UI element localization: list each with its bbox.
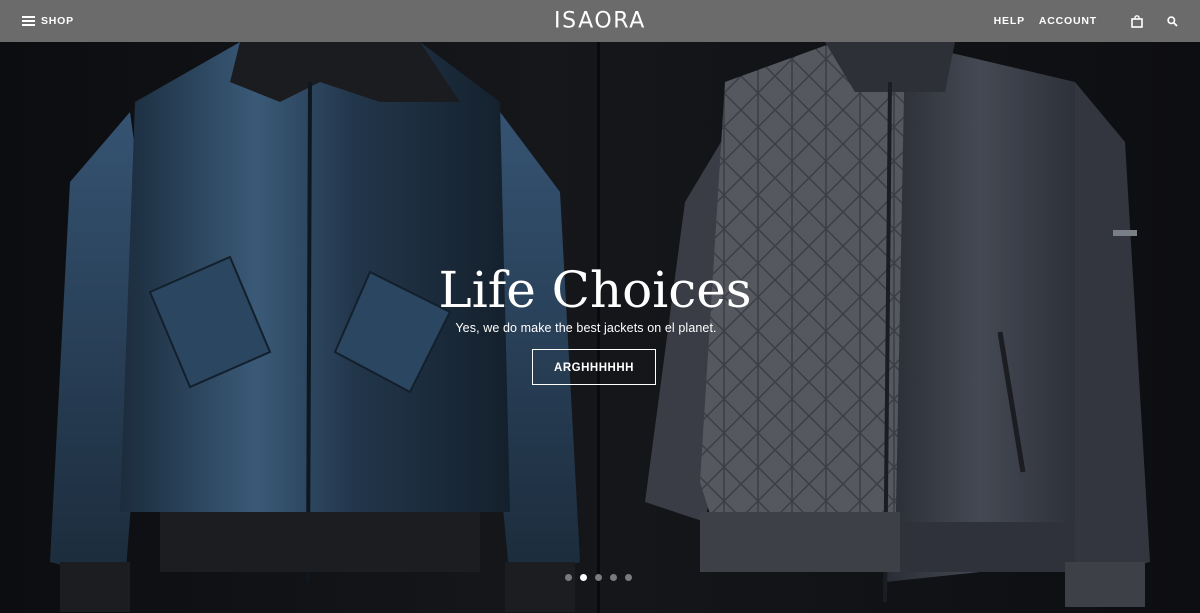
brand-logo[interactable]: ISAORA [554,9,646,34]
carousel-dots [565,574,632,581]
carousel-dot[interactable] [595,574,602,581]
hamburger-icon [22,16,35,26]
bag-icon[interactable] [1131,14,1143,28]
carousel-dot[interactable] [625,574,632,581]
page: SHOP ISAORA HELP ACCOUNT Life Choices Ye… [0,0,1200,613]
carousel-dot-active[interactable] [580,574,587,581]
carousel-dot[interactable] [610,574,617,581]
help-link[interactable]: HELP [994,15,1025,27]
hero-cta-button[interactable]: ARGHHHHHH [532,349,656,385]
shop-menu-label: SHOP [41,15,74,27]
hero-copy: Life Choices Yes, we do make the best ja… [0,260,1200,385]
top-nav-bar: SHOP ISAORA HELP ACCOUNT [0,0,1200,42]
shop-menu-button[interactable]: SHOP [22,15,74,27]
hero-title: Life Choices [438,261,752,319]
hero-banner: Life Choices Yes, we do make the best ja… [0,42,1200,613]
carousel-dot[interactable] [565,574,572,581]
account-link[interactable]: ACCOUNT [1039,15,1097,27]
hero-subtitle: Yes, we do make the best jackets on el p… [455,321,717,335]
header-actions: HELP ACCOUNT [980,14,1178,28]
search-icon[interactable] [1167,15,1178,27]
